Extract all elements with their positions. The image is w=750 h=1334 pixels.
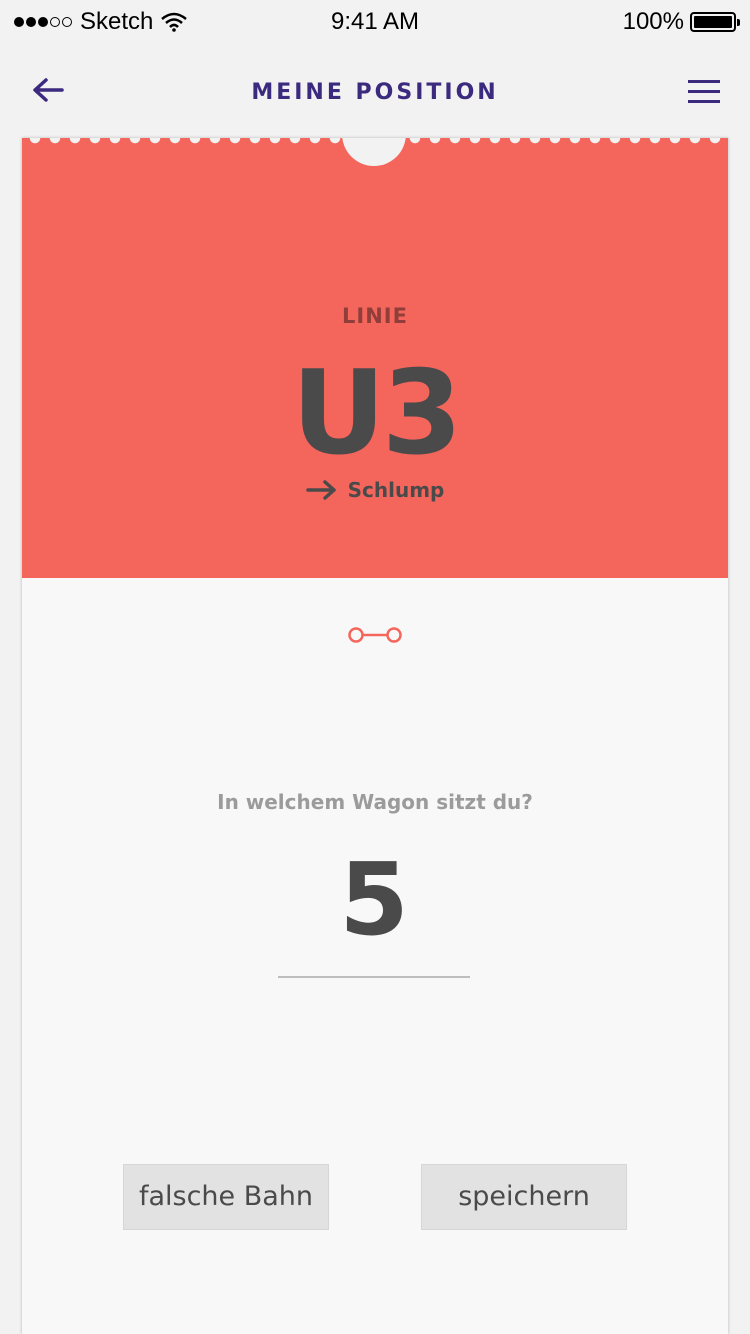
line-label: LINIE bbox=[342, 304, 408, 328]
wagon-number-input[interactable]: 5 bbox=[278, 838, 470, 978]
ticket-card: LINIE U3 Schlump In welchem Wagon sitzt … bbox=[22, 138, 728, 1334]
wagon-question: In welchem Wagon sitzt du? bbox=[217, 790, 533, 814]
battery-percent: 100% bbox=[622, 8, 684, 35]
navigation-bar: MEINE POSITION bbox=[0, 44, 750, 140]
status-bar: Sketch 9:41 AM 100% bbox=[0, 0, 750, 44]
arrow-right-icon bbox=[305, 480, 336, 500]
hamburger-menu-icon[interactable] bbox=[688, 80, 720, 106]
line-number: U3 bbox=[291, 346, 463, 481]
direction-destination: Schlump bbox=[347, 478, 445, 502]
status-right: 100% bbox=[622, 8, 740, 36]
wrong-train-button[interactable]: falsche Bahn bbox=[123, 1164, 329, 1230]
wagon-coupling-icon bbox=[348, 627, 402, 643]
battery-icon bbox=[690, 12, 740, 32]
page-title: MEINE POSITION bbox=[251, 80, 499, 105]
save-button[interactable]: speichern bbox=[421, 1164, 627, 1230]
direction: Schlump bbox=[22, 478, 728, 502]
ticket-header: LINIE U3 Schlump bbox=[22, 138, 728, 578]
ticket-notch bbox=[342, 138, 406, 166]
